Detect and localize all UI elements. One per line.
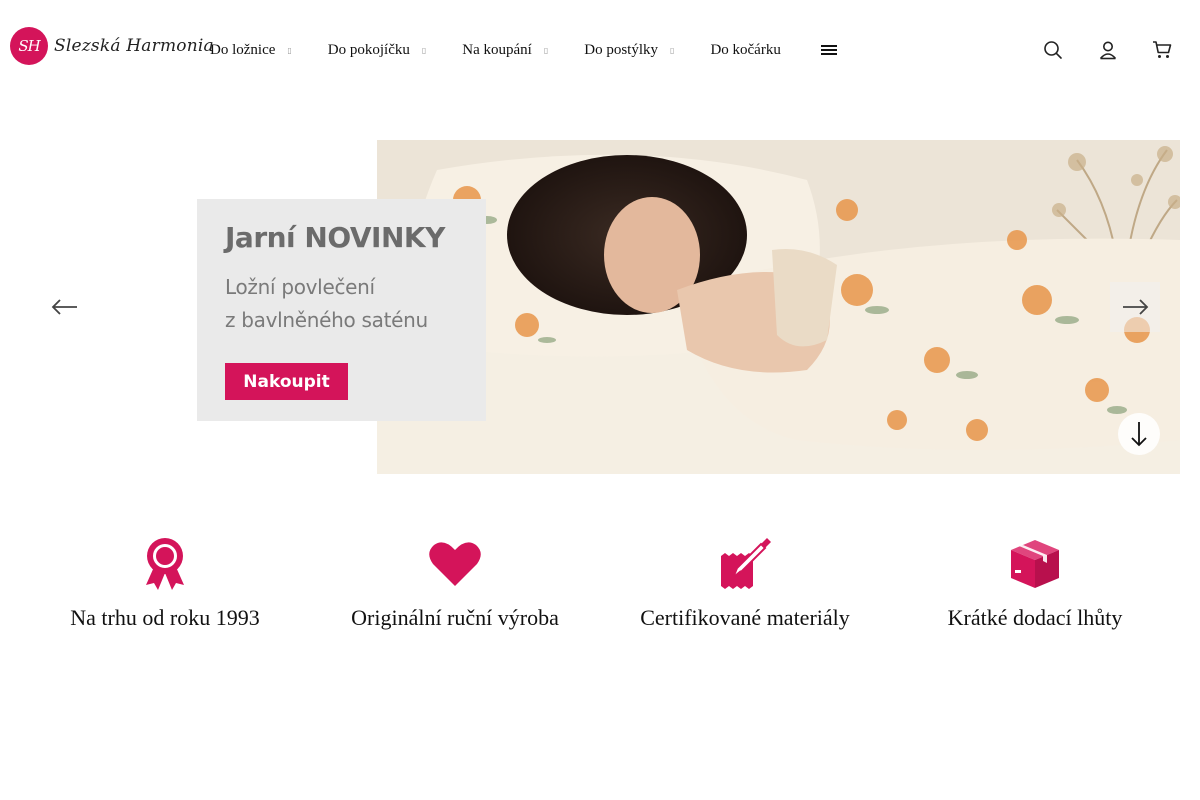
feature-item: Krátké dodací lhůty <box>890 536 1180 646</box>
hamburger-icon[interactable] <box>820 45 837 55</box>
feature-item: Originální ruční výroba <box>310 536 600 646</box>
arrow-left-icon[interactable] <box>40 282 90 332</box>
features-row: Na trhu od roku 1993 Originální ruční vý… <box>20 536 1180 646</box>
nav-item-label: Do kočárku <box>710 41 781 58</box>
nav-item-label: Do pokojíčku <box>327 41 410 58</box>
promo-title: Jarní NOVINKY <box>225 221 445 254</box>
feature-label: Krátké dodací lhůty <box>947 605 1123 630</box>
main-nav: Do ložnice ▯ Do pokojíčku ▯ Na koupání ▯… <box>210 40 837 60</box>
logo-wordmark: Slezská Harmonia <box>54 36 214 56</box>
user-icon[interactable] <box>1098 40 1118 60</box>
nav-item-label: Na koupání <box>462 41 532 58</box>
feature-label: Originální ruční výroba <box>351 605 559 630</box>
promo-subtitle: Ložní povlečení z bavlněného saténu <box>225 275 428 332</box>
certificate-pen-icon <box>717 536 773 592</box>
nav-item-do-pokojicku[interactable]: Do pokojíčku ▯ <box>328 42 426 59</box>
nav-item-do-kocarku[interactable]: Do kočárku <box>710 42 780 59</box>
feature-item: Certifikované materiály <box>600 536 890 646</box>
feature-item: Na trhu od roku 1993 <box>20 536 310 646</box>
nav-item-do-postylky[interactable]: Do postýlky ▯ <box>584 42 674 59</box>
arrow-right-icon[interactable] <box>1110 282 1160 332</box>
dropdown-caret-icon: ▯ <box>287 45 292 55</box>
arrow-down-icon[interactable] <box>1118 413 1160 455</box>
promo-banner: Jarní NOVINKY Ložní povlečení z bavlněné… <box>197 199 486 421</box>
feature-label: Na trhu od roku 1993 <box>70 605 260 630</box>
hero-slider: Jarní NOVINKY Ložní povlečení z bavlněné… <box>0 140 1200 474</box>
award-ribbon-icon <box>137 536 193 592</box>
brand-logo[interactable]: SH Slezská Harmonia <box>10 27 214 65</box>
feature-label: Certifikované materiály <box>640 605 850 630</box>
dropdown-caret-icon: ▯ <box>670 45 675 55</box>
nav-item-do-loznice[interactable]: Do ložnice ▯ <box>210 42 292 59</box>
search-icon[interactable] <box>1043 40 1063 60</box>
logo-badge: SH <box>10 27 48 65</box>
heart-icon <box>427 536 483 592</box>
dropdown-caret-icon: ▯ <box>421 45 427 55</box>
cart-icon[interactable] <box>1152 40 1172 60</box>
package-box-icon <box>1007 536 1063 592</box>
site-header: SH Slezská Harmonia Do ložnice ▯ Do poko… <box>0 0 1200 92</box>
hero-image <box>377 140 1180 474</box>
nav-item-na-koupani[interactable]: Na koupání ▯ <box>462 42 548 59</box>
shop-now-button[interactable]: Nakoupit <box>225 363 348 400</box>
nav-item-label: Do postýlky <box>584 41 659 58</box>
nav-item-label: Do ložnice <box>210 41 276 58</box>
dropdown-caret-icon: ▯ <box>543 45 549 55</box>
